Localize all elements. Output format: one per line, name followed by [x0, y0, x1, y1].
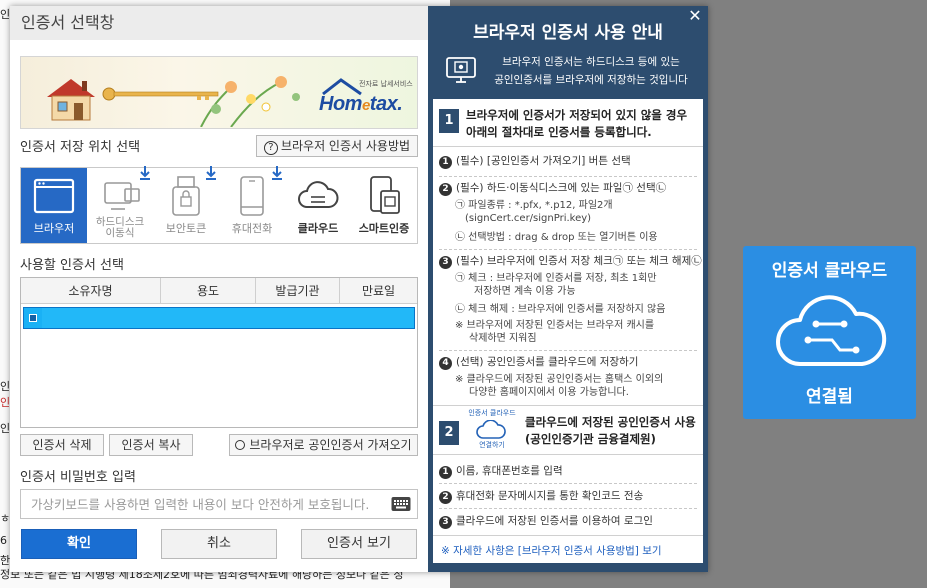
storage-option-security-token[interactable]: 보안토큰 [153, 166, 219, 243]
view-cert-button[interactable]: 인증서 보기 [301, 529, 417, 559]
password-input[interactable] [21, 490, 381, 518]
password-field-wrapper [20, 489, 418, 519]
cloud-step-2: 2 휴대전화 문자메시지를 통한 확인코드 전송 [439, 489, 701, 504]
storage-option-label: 클라우드 [297, 222, 339, 235]
column-header-issuer[interactable]: 발급기관 [256, 278, 340, 303]
certificate-select-pane: 인증서 선택창 전자료 납세서비스 Hometax. 인증서 저장 위치 선택 … [10, 6, 428, 572]
certificate-dialog: 인증서 선택창 전자료 납세서비스 Hometax. 인증서 저장 위치 선택 … [10, 6, 708, 572]
copy-cert-button[interactable]: 인증서 복사 [109, 434, 193, 456]
hometax-tagline: 전자료 납세서비스 [359, 80, 413, 88]
bg-text: ㅎ [0, 512, 11, 525]
step-2-header: 클라우드에 저장된 공인인증서 사용 (공인인증기관 금융결제원) [525, 415, 696, 446]
browser-icon [33, 178, 75, 214]
cancel-button[interactable]: 취소 [161, 529, 277, 559]
more-info-link[interactable]: ※ 자세한 사항은 [브라우저 인증서 사용방법] 보기 [441, 543, 662, 558]
virtual-keyboard-icon[interactable] [391, 496, 411, 512]
table-row-selected[interactable] [23, 307, 415, 329]
guide-item-3: 3 (필수) 브라우저에 인증서 저장 체크㉠ 또는 체크 해제㉡ [439, 254, 702, 269]
cloud-network-icon [776, 295, 887, 366]
selected-row-highlight [42, 308, 414, 328]
guide-item-2: 2 (필수) 하드·이동식디스크에 있는 파일㉠ 선택㉡ [439, 181, 701, 196]
cloud-connect-label: 연결하기 [479, 441, 505, 449]
certificate-icon [29, 314, 37, 322]
storage-option-label: 보안토큰 [165, 222, 207, 235]
password-label: 인증서 비밀번호 입력 [20, 470, 136, 485]
column-header-owner[interactable]: 소유자명 [21, 278, 161, 303]
guide-subitem: ※ 클라우드에 저장된 공인인증서는 홈택스 이외의 [455, 374, 664, 385]
storage-option-smart-auth[interactable]: 스마트인증 [351, 168, 417, 243]
guide-subitem: ㉠ 체크 : 브라우저에 인증서를 저장, 최초 1회만 [455, 273, 657, 284]
dashed-divider [439, 350, 697, 351]
column-header-purpose[interactable]: 용도 [161, 278, 256, 303]
cloud-step-3: 3 클라우드에 저장된 인증서를 이용하여 로그인 [439, 514, 701, 529]
guide-subitem: (signCert.cer/signPri.key) [465, 213, 592, 224]
delete-cert-button[interactable]: 인증서 삭제 [20, 434, 104, 456]
storage-option-label: 휴대전화 [231, 222, 273, 235]
guide-subitem: 다양한 홈페이지에서 이용 가능합니다. [469, 387, 629, 398]
confirm-button[interactable]: 확인 [21, 529, 137, 559]
table-header-row: 소유자명 용도 발급기관 만료일 [21, 278, 417, 304]
step-1-header: 1 브라우저에 인증서가 저장되어 있지 않을 경우 아래의 절차대로 인증서를… [439, 107, 697, 143]
guide-subitem: 삭제하면 지워짐 [469, 333, 537, 344]
storage-option-label: 하드디스크 이동식 [95, 216, 145, 239]
guide-subitem: ㉡ 선택방법 : drag & drop 또는 열기버튼 이용 [455, 232, 658, 243]
guide-item-4: 4 (선택) 공인인증서를 클라우드에 저장하기 [439, 355, 701, 370]
dashed-divider [439, 249, 697, 250]
guide-item-1: 1 (필수) [공인인증서 가져오기] 버튼 선택 [439, 154, 701, 169]
cloud-icon [298, 181, 339, 208]
certificate-table: 소유자명 용도 발급기관 만료일 [20, 277, 418, 428]
cloud-badge-status: 연결됨 [806, 387, 853, 407]
bg-text: 인 [0, 380, 11, 393]
column-header-expiry[interactable]: 만료일 [340, 278, 417, 303]
cloud-connect-icon [476, 420, 506, 439]
divider [433, 146, 703, 147]
import-cert-button[interactable]: 브라우저로 공인인증서 가져오기 [229, 434, 418, 456]
divider [433, 405, 703, 406]
storage-option-mobile[interactable]: 휴대전화 [219, 166, 285, 243]
storage-location-selector: 브라우저 하드디스크 이동식 보안토큰 휴대전화 클라우드 스마트인증 [20, 166, 418, 244]
bg-text: 6 [0, 534, 7, 547]
storage-option-label: 스마트인증 [358, 222, 410, 235]
guide-subitem: 저장하면 계속 이용 가능 [474, 286, 576, 297]
flowers-illustration [200, 76, 300, 127]
guide-subitem: ㉠ 파일종류 : *.pfx, *.p12, 파일2개 [455, 200, 613, 211]
hometax-banner: 전자료 납세서비스 Hometax. [20, 56, 418, 129]
dashed-divider [439, 508, 697, 509]
hometax-logo: Hometax. [319, 93, 403, 115]
cloud-connect-label: 인증서 클라우드 [468, 409, 516, 417]
storage-location-label: 인증서 저장 위치 선택 [20, 140, 141, 155]
guide-body: 1 브라우저에 인증서가 저장되어 있지 않을 경우 아래의 절차대로 인증서를… [433, 99, 703, 563]
cloud-badge-title: 인증서 클라우드 [771, 261, 888, 281]
storage-option-cloud[interactable]: 클라우드 [285, 168, 351, 243]
divider [433, 454, 703, 455]
search-icon [235, 440, 246, 450]
dialog-title: 인증서 선택창 [10, 6, 428, 40]
cert-select-label: 사용할 인증서 선택 [20, 258, 124, 273]
step-number: 2 [439, 421, 459, 445]
guide-subitem: ㉡ 체크 해제 : 브라우저에 인증서를 저장하지 않음 [455, 304, 666, 315]
divider [433, 535, 703, 536]
dashed-divider [439, 483, 697, 484]
monitor-cert-icon [446, 57, 476, 83]
storage-option-harddisk[interactable]: 하드디스크 이동식 [87, 166, 153, 243]
cloud-step-1: 1 이름, 휴대폰번호를 입력 [439, 464, 701, 479]
browser-cert-guide-panel: ✕ 브라우저 인증서 사용 안내 브라우저 인증서는 하드디스크 등에 있는 공… [428, 6, 708, 572]
browser-cert-howto-button[interactable]: ? 브라우저 인증서 사용방법 [256, 135, 418, 157]
smart-auth-icon [370, 176, 400, 214]
step-number: 1 [439, 109, 459, 133]
guide-subitem: ※ 브라우저에 저장된 인증서는 브라우저 캐시를 [455, 320, 655, 331]
bg-text: 인 [0, 396, 11, 409]
cloud-connected-badge[interactable]: 인증서 클라우드 연결됨 [743, 246, 916, 419]
security-token-icon [172, 176, 200, 216]
guide-subtitle: 브라우저 인증서는 하드디스크 등에 있는 공인인증서를 브라우저에 저장하는 … [494, 56, 688, 86]
help-icon: ? [263, 141, 278, 155]
house-illustration [47, 79, 95, 121]
bg-text: 인 [0, 422, 11, 435]
mobile-phone-icon [240, 176, 264, 216]
storage-option-label: 브라우저 [33, 222, 75, 235]
storage-option-browser[interactable]: 브라우저 [21, 168, 87, 243]
guide-title: 브라우저 인증서 사용 안내 [473, 23, 663, 43]
dashed-divider [439, 176, 697, 177]
usb-drive-icon [104, 182, 140, 210]
